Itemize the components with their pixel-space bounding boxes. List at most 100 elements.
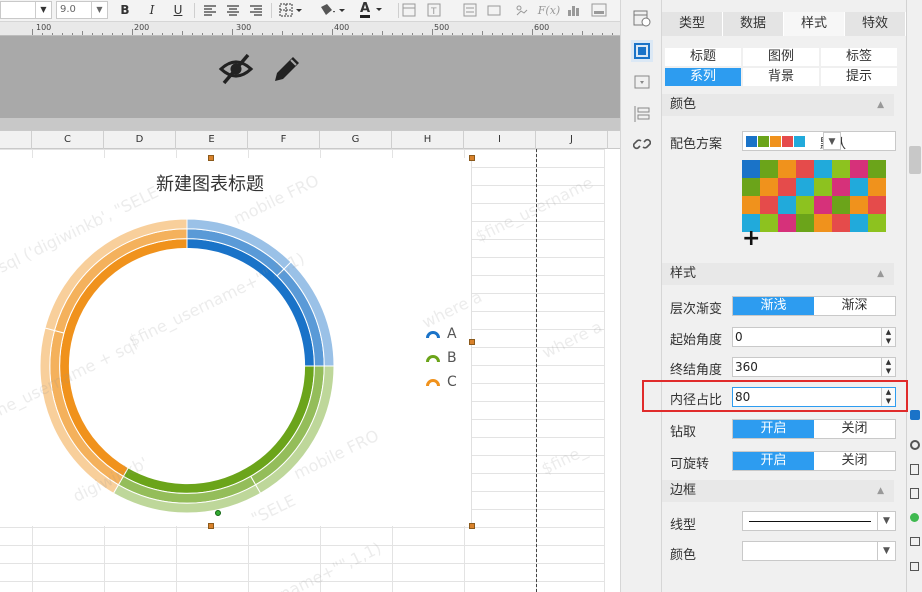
subtab-tooltip[interactable]: 提示 [821, 68, 897, 86]
legend-item-b[interactable]: B [425, 350, 457, 366]
palette-swatch[interactable] [796, 160, 814, 178]
align-right-icon[interactable] [247, 0, 265, 20]
italic-button[interactable]: I [143, 0, 161, 20]
palette-swatch[interactable] [868, 196, 886, 214]
palette-swatch[interactable] [778, 160, 796, 178]
palette-swatch[interactable] [850, 214, 868, 232]
font-size-select[interactable]: 9.0 ▼ [56, 1, 108, 19]
rotate-off-option[interactable]: 关闭 [814, 452, 895, 470]
palette-swatch[interactable] [778, 178, 796, 196]
color-scheme-select[interactable]: 默认 ▼ [742, 131, 896, 152]
palette-swatch[interactable] [814, 160, 832, 178]
column-header-cell[interactable]: G [320, 131, 392, 149]
fill-color-icon[interactable] [316, 0, 348, 20]
subtab-title[interactable]: 标题 [665, 48, 741, 66]
palette-swatch[interactable] [796, 214, 814, 232]
status-icon[interactable] [910, 513, 919, 522]
cell-element-icon[interactable] [632, 8, 652, 28]
palette-swatch[interactable] [760, 178, 778, 196]
bold-button[interactable]: B [116, 0, 134, 20]
align-center-icon[interactable] [224, 0, 242, 20]
color-palette-grid[interactable] [742, 160, 886, 232]
font-family-select[interactable]: ▼ [0, 1, 52, 19]
palette-swatch[interactable] [814, 214, 832, 232]
insert-image-icon[interactable] [514, 0, 530, 20]
gradient-darker-option[interactable]: 渐深 [814, 297, 895, 315]
border-color-select[interactable]: ▼ [742, 541, 896, 561]
palette-swatch[interactable] [850, 160, 868, 178]
column-header-cell[interactable]: F [248, 131, 320, 149]
palette-swatch[interactable] [778, 214, 796, 232]
palette-swatch[interactable] [742, 196, 760, 214]
rotate-on-option[interactable]: 开启 [733, 452, 814, 470]
palette-swatch[interactable] [868, 160, 886, 178]
spinner-icon[interactable]: ▲ ▼ [881, 328, 895, 346]
border-icon[interactable] [278, 0, 304, 20]
resize-handle[interactable] [469, 339, 475, 345]
palette-swatch[interactable] [832, 178, 850, 196]
legend-item-c[interactable]: C [425, 374, 457, 390]
palette-swatch[interactable] [796, 178, 814, 196]
palette-swatch[interactable] [796, 196, 814, 214]
insert-chart-icon[interactable] [566, 0, 582, 20]
column-header-cell[interactable]: H [392, 131, 464, 149]
line-type-select[interactable]: ▼ [742, 511, 896, 531]
text-color-icon[interactable]: A [355, 0, 391, 20]
dock-icon[interactable] [910, 464, 919, 475]
column-header-cell[interactable]: E [176, 131, 248, 149]
column-header-cell[interactable]: J [536, 131, 608, 149]
volume-icon[interactable] [910, 562, 919, 571]
resize-handle[interactable] [208, 155, 214, 161]
palette-swatch[interactable] [814, 196, 832, 214]
palette-swatch[interactable] [832, 160, 850, 178]
tab-effects[interactable]: 特效 [845, 12, 906, 36]
resize-handle[interactable] [469, 155, 475, 161]
condition-attribute-icon[interactable] [632, 104, 652, 124]
tab-style[interactable]: 样式 [784, 12, 845, 36]
widget-icon[interactable] [632, 72, 652, 92]
drill-off-option[interactable]: 关闭 [814, 420, 895, 438]
column-header-cell[interactable]: D [104, 131, 176, 149]
column-header-cell[interactable]: C [32, 131, 104, 149]
palette-swatch[interactable] [850, 196, 868, 214]
subtab-series[interactable]: 系列 [665, 68, 741, 86]
section-color[interactable]: 颜色 ▲ [662, 94, 894, 116]
drill-on-option[interactable]: 开启 [733, 420, 814, 438]
palette-swatch[interactable] [778, 196, 796, 214]
tab-data[interactable]: 数据 [723, 12, 784, 36]
resize-handle[interactable] [208, 523, 214, 529]
insert-text-icon[interactable]: T [426, 0, 442, 20]
palette-swatch[interactable] [760, 196, 778, 214]
column-header-cell[interactable] [0, 131, 32, 149]
scrollbar-thumb[interactable] [909, 146, 921, 174]
chart-attribute-icon[interactable] [631, 40, 653, 62]
palette-swatch[interactable] [850, 178, 868, 196]
insert-cell-icon[interactable] [401, 0, 417, 20]
dock-icon[interactable] [910, 410, 920, 420]
section-style[interactable]: 样式 ▲ [662, 263, 894, 285]
palette-swatch[interactable] [868, 214, 886, 232]
palette-swatch[interactable] [760, 214, 778, 232]
hyperlink-icon[interactable] [632, 134, 652, 154]
palette-swatch[interactable] [760, 160, 778, 178]
palette-swatch[interactable] [814, 178, 832, 196]
section-border[interactable]: 边框 ▲ [662, 480, 894, 502]
insert-float-image-icon[interactable] [590, 0, 608, 20]
palette-swatch[interactable] [832, 196, 850, 214]
align-left-icon[interactable] [201, 0, 219, 20]
column-header-cell[interactable]: I [464, 131, 536, 149]
tab-type[interactable]: 类型 [662, 12, 723, 36]
add-color-button[interactable]: + [742, 228, 760, 250]
gradient-lighter-option[interactable]: 渐浅 [733, 297, 814, 315]
insert-rich-text-icon[interactable] [462, 0, 478, 20]
dock-icon[interactable] [910, 537, 920, 546]
start-angle-input[interactable]: 0 ▲ ▼ [732, 327, 896, 347]
dock-icon[interactable] [910, 488, 919, 499]
palette-swatch[interactable] [742, 178, 760, 196]
hide-icon[interactable] [218, 52, 254, 86]
rotate-handle[interactable] [215, 510, 221, 516]
end-angle-input[interactable]: 360 ▲ ▼ [732, 357, 896, 377]
settings-icon[interactable] [910, 440, 920, 450]
resize-handle[interactable] [469, 523, 475, 529]
insert-link-icon[interactable] [486, 0, 502, 20]
